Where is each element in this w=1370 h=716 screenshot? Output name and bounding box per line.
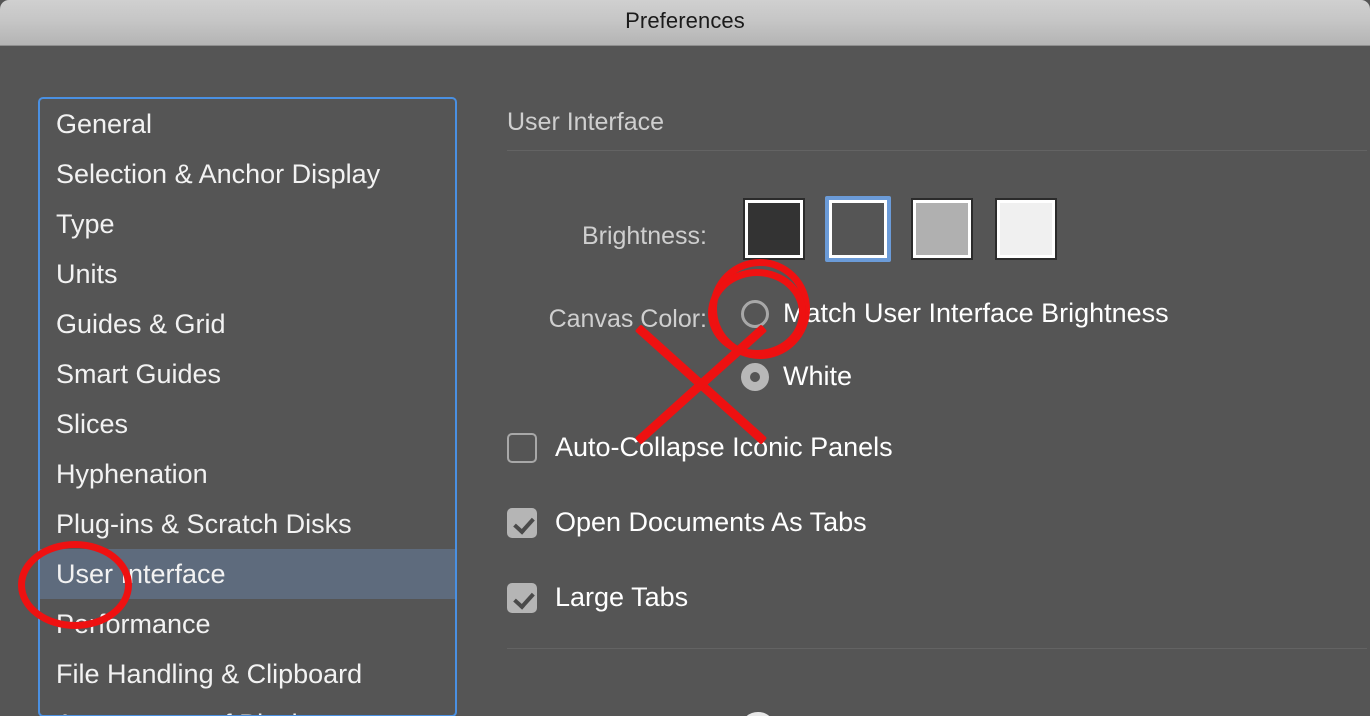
sidebar-item-general[interactable]: General: [40, 99, 455, 149]
swatch-color-dark: [743, 198, 805, 260]
brightness-swatch-white[interactable]: [993, 196, 1059, 262]
sidebar-item-type[interactable]: Type: [40, 199, 455, 249]
checkbox-large-tabs[interactable]: Large Tabs: [507, 582, 688, 613]
sidebar-item-selection-anchor-display[interactable]: Selection & Anchor Display: [40, 149, 455, 199]
brightness-swatch-medium-dark[interactable]: [825, 196, 891, 262]
window-title: Preferences: [625, 8, 745, 33]
ui-scaling-slider[interactable]: [668, 708, 1168, 716]
preferences-content-panel: User Interface Brightness: Canvas Color:…: [476, 60, 1370, 716]
checkbox-label-large-tabs: Large Tabs: [555, 582, 689, 612]
window-titlebar: Preferences: [0, 0, 1370, 46]
sidebar-item-appearance-of-black[interactable]: Appearance of Black: [40, 699, 455, 715]
sidebar-item-user-interface[interactable]: User Interface: [40, 549, 455, 599]
checkbox-label-auto-collapse: Auto-Collapse Iconic Panels: [555, 432, 893, 462]
canvas-color-label: Canvas Color:: [548, 305, 707, 333]
radio-label-white: White: [783, 361, 853, 391]
brightness-swatch-dark[interactable]: [741, 196, 807, 262]
radio-button-white[interactable]: [741, 362, 769, 391]
page-title: User Interface: [507, 108, 665, 136]
ui-scaling-label: UI Scaling:: [507, 712, 628, 716]
brightness-swatch-light[interactable]: [909, 196, 975, 262]
sidebar-item-smart-guides[interactable]: Smart Guides: [40, 349, 455, 399]
sidebar-item-file-handling-clipboard[interactable]: File Handling & Clipboard: [40, 649, 455, 699]
sidebar-item-guides-grid[interactable]: Guides & Grid: [40, 299, 455, 349]
sidebar-item-plugins-scratch-disks[interactable]: Plug-ins & Scratch Disks: [40, 499, 455, 549]
preferences-category-list[interactable]: General Selection & Anchor Display Type …: [38, 97, 457, 716]
swatch-color-white: [995, 198, 1057, 260]
radio-white[interactable]: White: [741, 361, 852, 392]
sidebar-item-slices[interactable]: Slices: [40, 399, 455, 449]
checkbox-label-open-documents-as-tabs: Open Documents As Tabs: [555, 507, 867, 537]
checkbox-box-auto-collapse[interactable]: [507, 432, 537, 463]
brightness-label: Brightness:: [581, 222, 707, 250]
brightness-swatch-group[interactable]: [741, 196, 1059, 262]
preferences-window: Preferences General Selection & Anchor D…: [0, 0, 1370, 716]
checkbox-auto-collapse-iconic-panels[interactable]: Auto-Collapse Iconic Panels: [507, 432, 893, 463]
section-divider: [507, 648, 1367, 649]
checkbox-box-large-tabs[interactable]: [507, 582, 537, 613]
sidebar-item-units[interactable]: Units: [40, 249, 455, 299]
checkbox-open-documents-as-tabs[interactable]: Open Documents As Tabs: [507, 507, 867, 538]
sidebar-item-performance[interactable]: Performance: [40, 599, 455, 649]
swatch-color-light: [911, 198, 973, 260]
checkbox-box-open-documents-as-tabs[interactable]: [507, 507, 537, 538]
radio-button-match-brightness[interactable]: [741, 299, 769, 328]
radio-match-user-interface-brightness[interactable]: Match User Interface Brightness: [741, 298, 1169, 329]
sidebar-item-hyphenation[interactable]: Hyphenation: [40, 449, 455, 499]
title-divider: [507, 150, 1367, 151]
slider-handle[interactable]: [740, 712, 776, 716]
radio-label-match-brightness: Match User Interface Brightness: [783, 298, 1169, 328]
swatch-color-medium-dark: [829, 200, 887, 258]
